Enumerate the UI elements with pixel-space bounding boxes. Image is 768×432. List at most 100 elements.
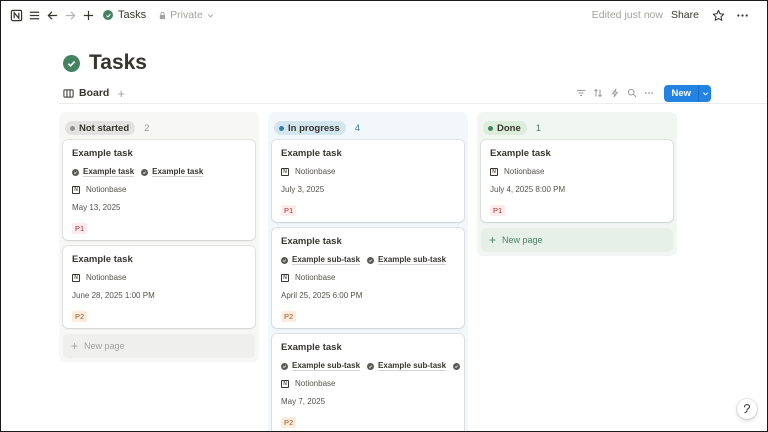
status-dot [488, 125, 493, 131]
relation-item[interactable]: Example sub-task [281, 361, 361, 371]
column-header: Done 1 [481, 116, 673, 140]
relation-item[interactable]: Example sub-task [367, 255, 447, 265]
card-author: N Notionbase [281, 379, 455, 388]
relation-item[interactable]: Example task [141, 167, 204, 177]
notionbase-icon: N [72, 185, 80, 194]
author-name: Notionbase [86, 273, 127, 282]
page-title[interactable]: Tasks [89, 51, 147, 75]
relation-item[interactable]: Example task [72, 167, 135, 177]
card-title[interactable]: Example task [281, 236, 455, 247]
filter-icon[interactable] [573, 85, 589, 101]
card-date: May 13, 2025 [72, 203, 121, 212]
new-button-label[interactable]: New [664, 85, 698, 102]
task-card[interactable]: Example task Example sub-task Example sub-… [272, 334, 464, 431]
card-title[interactable]: Example task [281, 148, 455, 159]
column-header: In progress 4 [272, 116, 464, 140]
tab-board-label: Board [79, 87, 110, 99]
author-name: Notionbase [295, 379, 336, 388]
help-icon[interactable] [737, 399, 757, 419]
page-header: Tasks [63, 51, 147, 75]
notionbase-icon: N [281, 167, 289, 176]
star-icon[interactable] [711, 8, 725, 22]
notionbase-icon: N [490, 167, 498, 176]
card-title[interactable]: Example task [281, 342, 455, 353]
add-icon[interactable] [81, 8, 95, 22]
relation-item[interactable]: Example sub-task [453, 361, 464, 371]
divider [59, 103, 767, 104]
status-badge[interactable]: Done [483, 121, 527, 135]
task-card[interactable]: Example task Example sub-task Example sub-… [272, 228, 464, 328]
card-relations: Example task Example task [72, 167, 246, 177]
view-tools: New [573, 84, 711, 102]
column-count: 1 [535, 122, 542, 134]
relation-label[interactable]: Example task [152, 167, 204, 177]
search-icon[interactable] [624, 85, 640, 101]
automation-icon[interactable] [607, 85, 623, 101]
new-page-label: New page [84, 341, 125, 351]
status-dot [279, 125, 284, 131]
card-title[interactable]: Example task [490, 148, 664, 159]
card-date: July 3, 2025 [281, 185, 325, 194]
view-more-icon[interactable] [641, 85, 657, 101]
tab-board[interactable]: Board [63, 87, 109, 99]
check-circle-icon [453, 362, 461, 370]
priority-badge: P2 [72, 311, 88, 322]
notion-logo-icon[interactable] [9, 8, 23, 22]
status-dot [70, 125, 75, 131]
breadcrumb[interactable]: Tasks [103, 9, 146, 21]
status-label: In progress [288, 122, 340, 134]
check-circle-icon [72, 168, 79, 176]
board-column: Not started 2 Example task Example task Exam… [59, 112, 259, 362]
new-button[interactable]: New [664, 84, 711, 102]
relation-label[interactable]: Example sub-task [292, 255, 361, 265]
card-author: N Notionbase [281, 273, 455, 282]
card-author: N Notionbase [72, 273, 246, 282]
add-view-icon[interactable]: + [117, 87, 125, 100]
relation-label[interactable]: Example sub-task [378, 255, 447, 265]
card-title[interactable]: Example task [72, 254, 246, 265]
forward-arrow-icon[interactable] [63, 8, 77, 22]
new-page-label: New page [502, 235, 543, 245]
priority-badge: P1 [72, 223, 88, 234]
relation-item[interactable]: Example sub-task [367, 361, 447, 371]
window: Tasks Private Edited just now Share Task… [0, 0, 768, 432]
privacy-indicator[interactable]: Private [158, 9, 218, 21]
page-check-icon [103, 10, 113, 20]
back-arrow-icon[interactable] [45, 8, 59, 22]
new-page-button[interactable]: + New page [481, 228, 673, 252]
menu-icon[interactable] [27, 8, 41, 22]
status-badge[interactable]: In progress [274, 121, 346, 135]
relation-label[interactable]: Example task [83, 167, 135, 177]
status-label: Not started [79, 122, 130, 134]
task-card[interactable]: Example task N Notionbase July 3, 2025 P1 [272, 140, 464, 222]
relation-label[interactable]: Example sub-task [292, 361, 361, 371]
relation-item[interactable]: Example sub-task [281, 255, 361, 265]
share-button[interactable]: Share [671, 9, 699, 21]
status-badge[interactable]: Not started [65, 121, 136, 135]
sort-icon[interactable] [590, 85, 606, 101]
lock-icon [159, 11, 166, 19]
card-date: April 25, 2025 6:00 PM [281, 291, 363, 300]
card-relations: Example sub-task Example sub-task Example … [281, 361, 461, 371]
board-column: In progress 4 Example task N Notionbase July … [268, 112, 468, 431]
new-page-button[interactable]: + New page [63, 334, 255, 358]
column-header: Not started 2 [63, 116, 255, 140]
author-name: Notionbase [86, 185, 127, 194]
task-card[interactable]: Example task Example task Example task N Not… [63, 140, 255, 240]
author-name: Notionbase [295, 167, 336, 176]
plus-icon: + [489, 233, 497, 247]
chevron-down-icon[interactable] [698, 84, 711, 102]
relation-label[interactable]: Example sub-task [378, 361, 447, 371]
check-circle-icon [281, 362, 288, 370]
task-card[interactable]: Example task N Notionbase July 4, 2025 8:00… [481, 140, 673, 222]
task-card[interactable]: Example task N Notionbase June 28, 2025 1:0… [63, 246, 255, 328]
breadcrumb-title[interactable]: Tasks [118, 9, 146, 21]
check-circle-icon [367, 362, 375, 370]
plus-icon: + [71, 339, 79, 353]
card-title[interactable]: Example task [72, 148, 246, 159]
page-icon-check-icon[interactable] [63, 54, 80, 72]
priority-badge: P2 [281, 311, 297, 322]
notionbase-icon: N [72, 273, 80, 282]
card-date: July 4, 2025 8:00 PM [490, 185, 566, 194]
more-options-icon[interactable] [735, 8, 749, 22]
